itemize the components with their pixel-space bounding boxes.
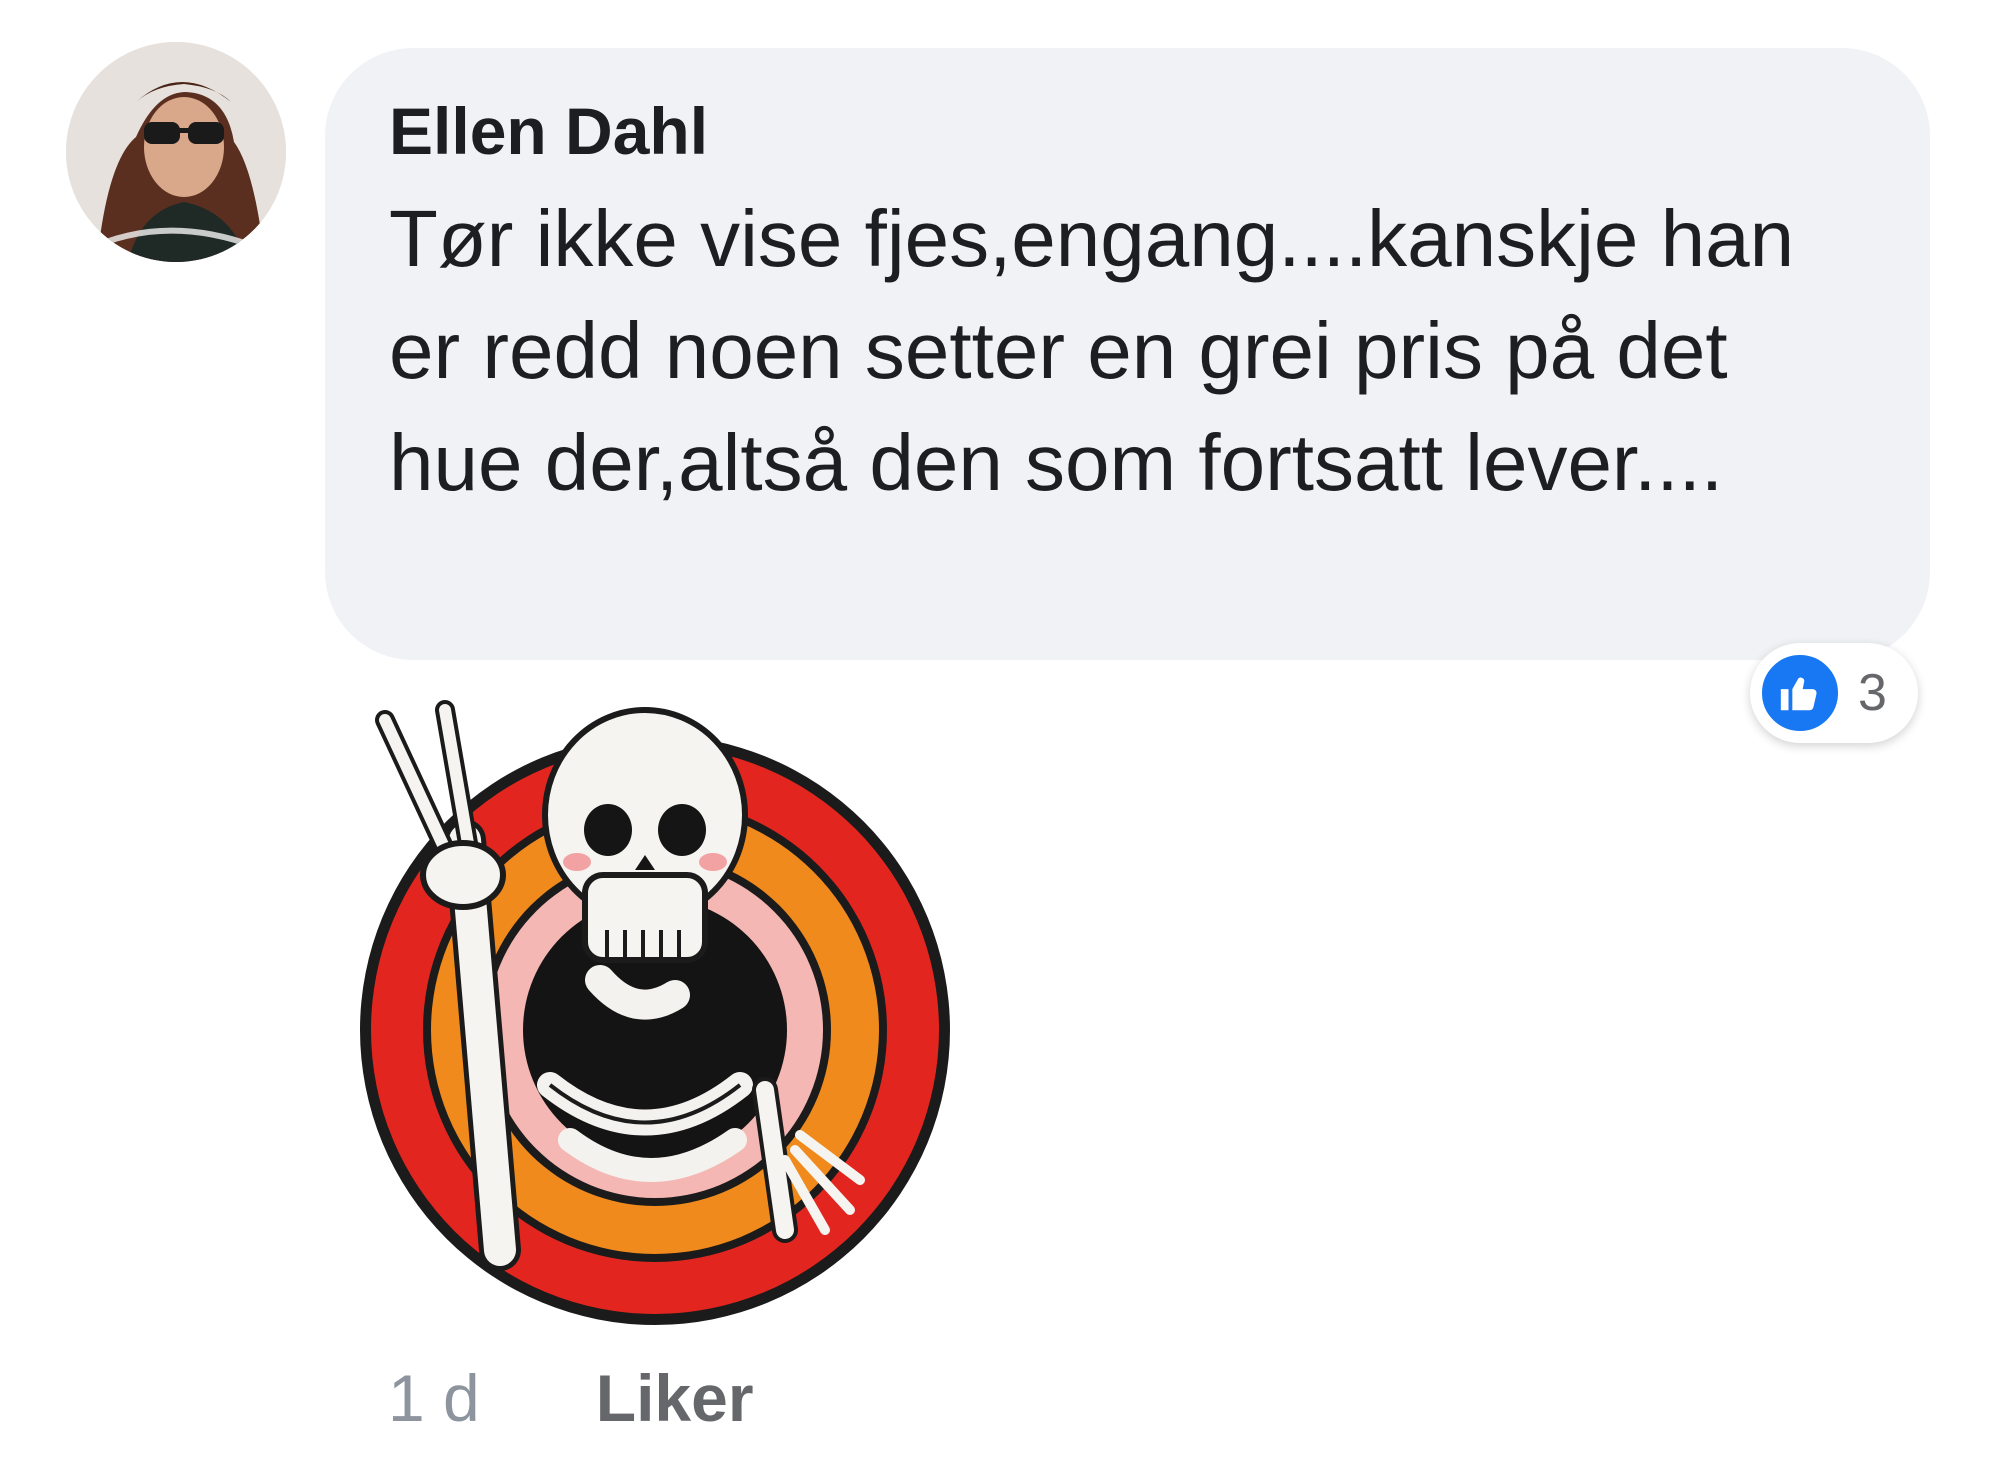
reaction-count: 3: [1858, 664, 1887, 722]
reaction-summary[interactable]: 3: [1750, 643, 1918, 743]
comment-actions: 1 d Liker: [388, 1360, 754, 1436]
author-avatar[interactable]: [66, 42, 286, 262]
comment-timestamp[interactable]: 1 d: [388, 1360, 480, 1436]
like-button[interactable]: Liker: [596, 1360, 754, 1436]
comment-text: Tør ikke vise fjes,engang....kanskje han…: [389, 193, 1795, 507]
author-name[interactable]: Ellen Dahl: [389, 90, 1870, 173]
avatar-photo: [66, 42, 286, 262]
comment-bubble: Ellen Dahl Tør ikke vise fjes,engang....…: [325, 48, 1930, 660]
skeleton-peace-sign-sticker: [345, 690, 965, 1330]
thumbs-up-icon: [1758, 651, 1842, 735]
